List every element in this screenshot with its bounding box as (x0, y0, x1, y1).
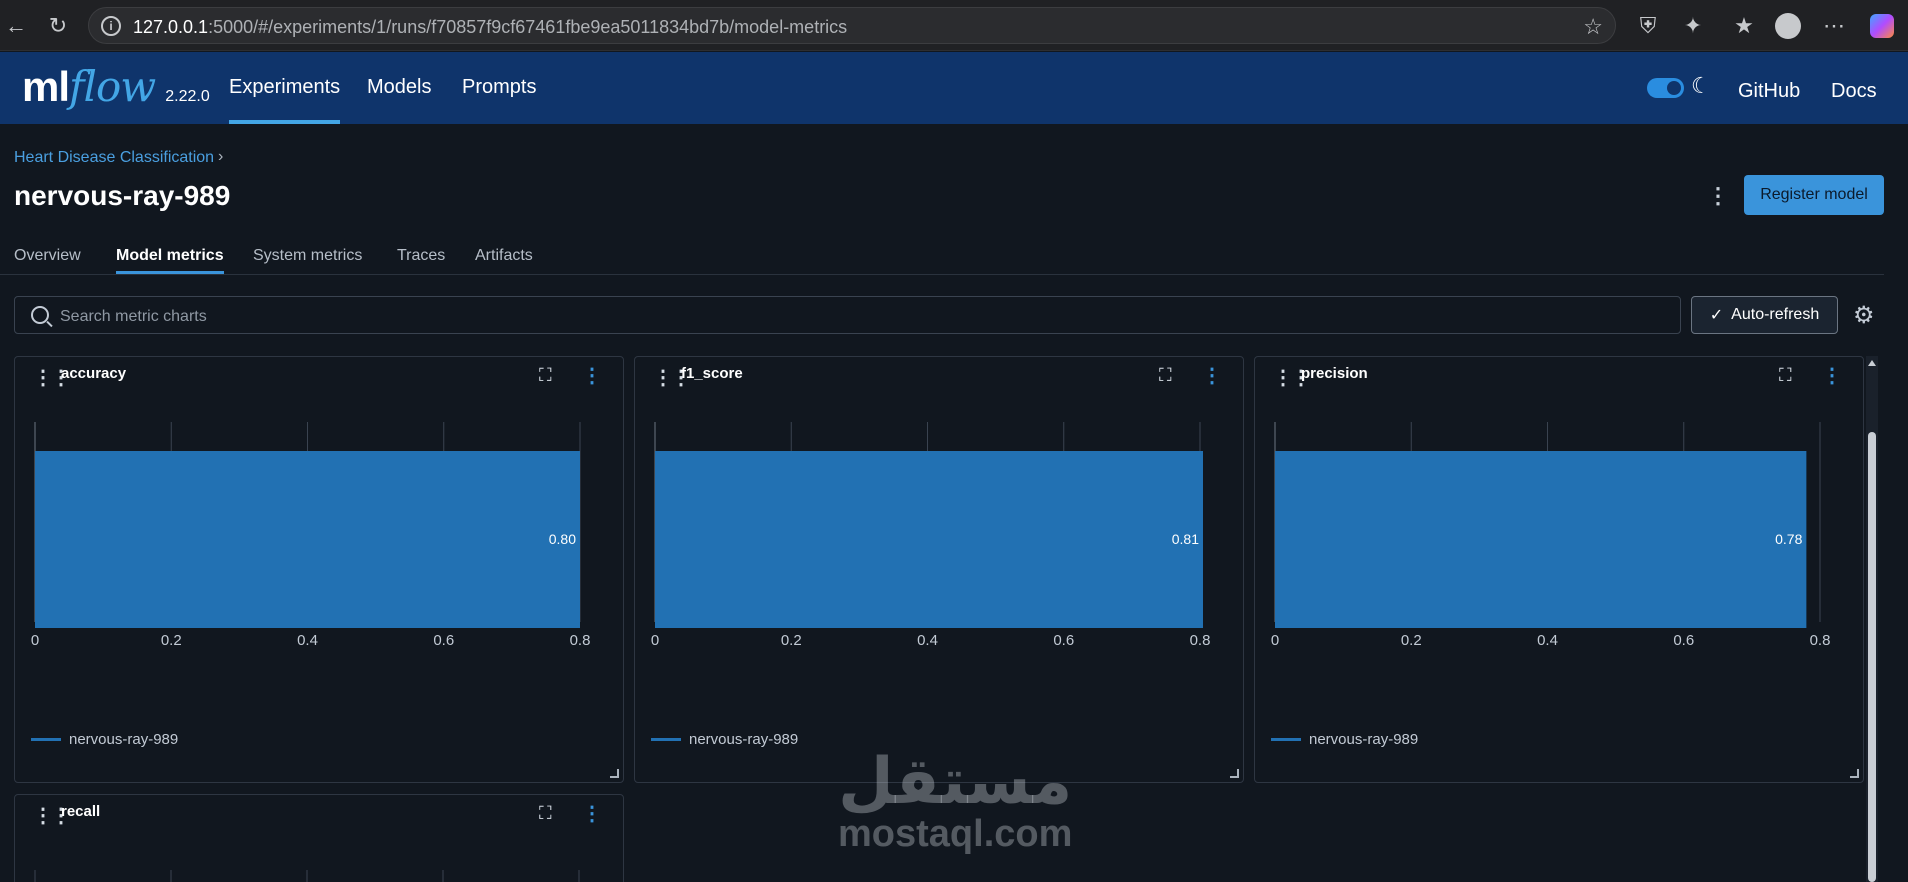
x-tick-label: 0 (651, 632, 659, 649)
tab-artifacts[interactable]: Artifacts (475, 247, 533, 274)
chart-card: ⋮⋮ recall ⛶ ⋮ (14, 794, 624, 882)
legend-swatch (651, 738, 681, 741)
x-tick-label: 0.8 (1190, 632, 1211, 649)
url-text: 127.0.0.1:5000/#/experiments/1/runs/f708… (133, 17, 847, 38)
resize-handle-icon[interactable] (1230, 769, 1239, 778)
watermark-latin: mostaql.com (838, 813, 1073, 855)
x-tick-label: 0.4 (1537, 632, 1558, 649)
run-tabs: Overview Model metrics System metrics Tr… (0, 245, 1884, 275)
chart-plot: 0 0.2 0.4 0.6 0.8 0.80 (31, 422, 591, 649)
shield-extension-icon[interactable]: ⛨ (1632, 10, 1664, 42)
run-actions-kebab-icon[interactable]: ⋮ (1707, 183, 1729, 209)
search-placeholder: Search metric charts (60, 308, 207, 325)
nav-experiments[interactable]: Experiments (229, 76, 341, 124)
watermark-logo: مستقل mostaql.com (838, 750, 1072, 854)
scroll-thumb[interactable] (1868, 432, 1876, 882)
chart-plot: 0 0.2 0.4 0.6 0.8 0.81 (651, 422, 1211, 649)
check-icon: ✓ (1709, 307, 1724, 324)
logo-ml-text: ml (22, 63, 70, 110)
breadcrumb-experiment[interactable]: Heart Disease Classification (14, 149, 214, 167)
github-link[interactable]: GitHub (1738, 80, 1800, 103)
browser-toolbar: ← ↻ i 127.0.0.1:5000/#/experiments/1/run… (0, 0, 1908, 51)
legend-label: nervous-ray-989 (1309, 731, 1419, 748)
x-tick-label: 0.4 (917, 632, 938, 649)
bar[interactable] (655, 451, 1203, 628)
mlflow-logo[interactable]: ml flow 2.22.0 (22, 62, 210, 111)
bar-value-label: 0.81 (1172, 531, 1199, 547)
app-header: ml flow 2.22.0 Experiments Models Prompt… (0, 52, 1908, 124)
more-menu-icon[interactable]: ⋯ (1818, 10, 1850, 42)
copilot-icon[interactable] (1866, 10, 1898, 42)
tab-system-metrics[interactable]: System metrics (253, 247, 362, 274)
chart-card: ⋮⋮ precision ⛶ ⋮ 0 0.2 0.4 0.6 0.8 0.78 nervo… (1254, 356, 1864, 783)
scroll-up-arrow-icon[interactable] (1868, 360, 1876, 366)
nav-models[interactable]: Models (367, 76, 431, 124)
moon-icon: ☾ (1691, 73, 1711, 98)
profile-avatar-icon[interactable] (1772, 10, 1804, 42)
toggle-knob (1667, 81, 1681, 95)
chart-plot: 0 0.2 0.4 0.6 0.8 0.78 (1271, 422, 1831, 649)
x-tick-label: 0.8 (570, 632, 591, 649)
back-arrow-icon[interactable]: ← (0, 10, 32, 42)
search-icon (31, 306, 49, 324)
chart-card: ⋮⋮ accuracy ⛶ ⋮ 0 0.2 0.4 0.6 0.8 0.80 nervou… (14, 356, 624, 783)
tab-traces[interactable]: Traces (397, 247, 445, 274)
tab-overview[interactable]: Overview (14, 247, 81, 274)
x-tick-label: 0.6 (433, 632, 454, 649)
reload-icon[interactable]: ↻ (42, 10, 74, 42)
tab-model-metrics[interactable]: Model metrics (116, 247, 224, 274)
auto-refresh-label: Auto-refresh (1731, 306, 1820, 323)
gear-icon[interactable]: ⚙ (1853, 301, 1875, 330)
logo-flow-text: flow (69, 62, 156, 111)
version-label: 2.22.0 (165, 88, 210, 105)
x-tick-label: 0.2 (1401, 632, 1422, 649)
resize-handle-icon[interactable] (610, 769, 619, 778)
chart-legend: nervous-ray-989 (651, 731, 798, 748)
favorite-star-icon[interactable]: ☆ (1583, 14, 1603, 40)
chart-legend: nervous-ray-989 (31, 731, 178, 748)
legend-label: nervous-ray-989 (69, 731, 179, 748)
nav-prompts[interactable]: Prompts (462, 76, 536, 124)
url-host: 127.0.0.1 (133, 17, 209, 37)
chart-gridlines (34, 870, 580, 882)
docs-link[interactable]: Docs (1831, 80, 1877, 103)
breadcrumb-separator: › (218, 148, 224, 165)
legend-swatch (31, 738, 61, 741)
x-tick-label: 0.2 (161, 632, 182, 649)
x-tick-label: 0.2 (781, 632, 802, 649)
scrollbar[interactable] (1866, 356, 1878, 882)
chart-card: ⋮⋮ f1_score ⛶ ⋮ 0 0.2 0.4 0.6 0.8 0.81 nervou… (634, 356, 1244, 783)
legend-label: nervous-ray-989 (689, 731, 799, 748)
chart-legend: nervous-ray-989 (1271, 731, 1418, 748)
site-info-icon[interactable]: i (101, 16, 121, 36)
search-input[interactable]: Search metric charts (14, 296, 1681, 334)
bar-value-label: 0.80 (549, 531, 576, 547)
favorites-list-icon[interactable]: ★ (1728, 10, 1760, 42)
theme-toggle[interactable] (1647, 78, 1684, 98)
auto-refresh-button[interactable]: ✓ Auto-refresh (1691, 296, 1838, 334)
x-tick-label: 0.6 (1673, 632, 1694, 649)
x-tick-label: 0 (1271, 632, 1279, 649)
address-bar[interactable]: i 127.0.0.1:5000/#/experiments/1/runs/f7… (88, 7, 1616, 44)
legend-swatch (1271, 738, 1301, 741)
x-tick-label: 0.4 (297, 632, 318, 649)
x-tick-label: 0.6 (1053, 632, 1074, 649)
watermark-arabic: مستقل (838, 745, 1073, 819)
x-tick-label: 0.8 (1810, 632, 1831, 649)
register-model-button[interactable]: Register model (1744, 175, 1884, 215)
url-path: :5000/#/experiments/1/runs/f70857f9cf674… (208, 17, 848, 37)
resize-handle-icon[interactable] (1850, 769, 1859, 778)
bar[interactable] (1275, 451, 1807, 628)
page-title: nervous-ray-989 (14, 180, 231, 211)
extensions-puzzle-icon[interactable]: ✦ (1677, 10, 1709, 42)
x-tick-label: 0 (31, 632, 39, 649)
bar[interactable] (35, 451, 580, 628)
bar-value-label: 0.78 (1775, 531, 1802, 547)
